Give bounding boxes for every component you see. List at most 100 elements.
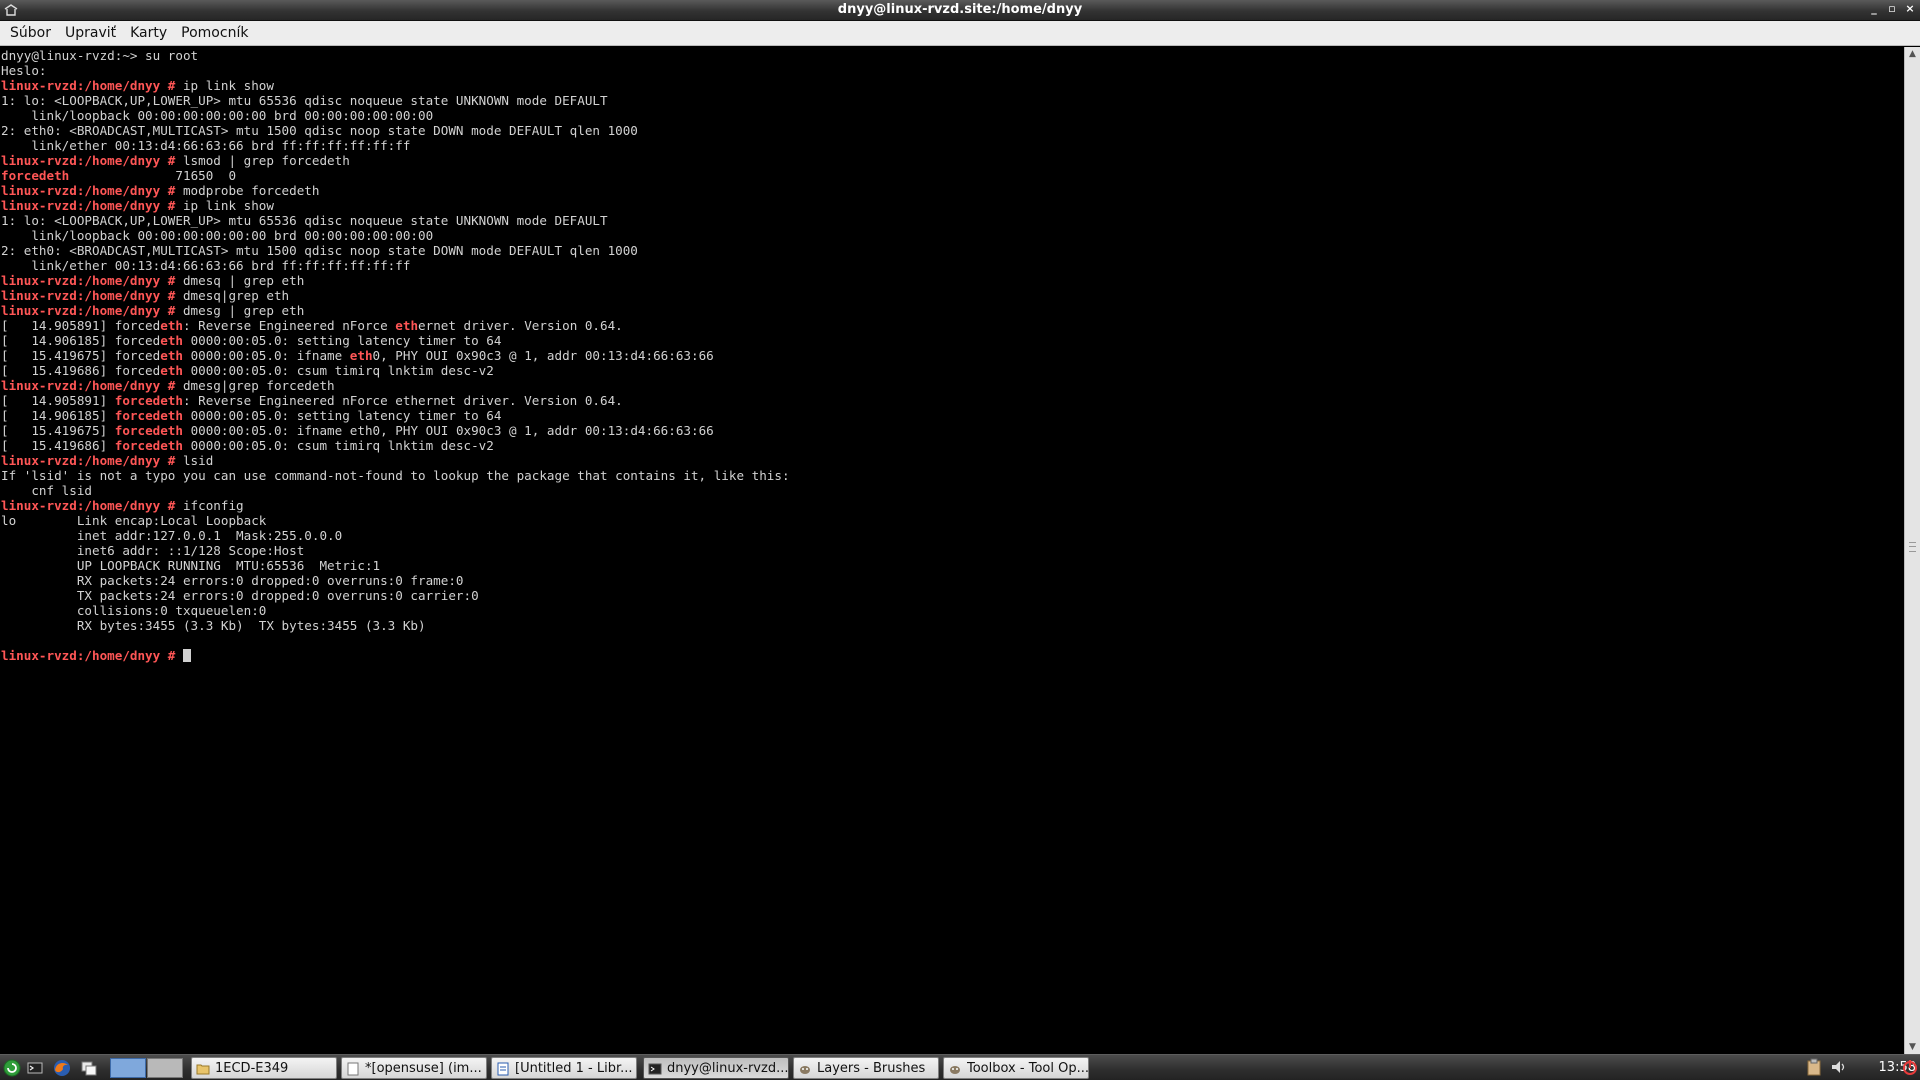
terminal-text: [ 14.906185] (1, 408, 115, 423)
shell-prompt: linux-rvzd:/home/dnyy # (1, 153, 176, 168)
terminal-text: cnf lsid (1, 483, 92, 498)
grep-match: eth (395, 318, 419, 333)
terminal-text: [ 14.905891] (1, 393, 115, 408)
terminal-text: ernet driver. Version 0.64. (418, 318, 623, 333)
maximize-button[interactable]: ▫ (1886, 2, 1898, 16)
shell-prompt: linux-rvzd:/home/dnyy # (1, 198, 176, 213)
desktop: dnyy@linux-rvzd.site:/home/dnyy _ ▫ × Sú… (0, 0, 1920, 1080)
volume-icon[interactable] (1830, 1058, 1848, 1076)
document-icon (496, 1061, 510, 1076)
terminal-line: linux-rvzd:/home/dnyy # dmesg|grep force… (1, 378, 790, 393)
window-titlebar[interactable]: dnyy@linux-rvzd.site:/home/dnyy _ ▫ × (0, 0, 1920, 21)
minimize-button[interactable]: _ (1868, 2, 1880, 16)
terminal-text: [ 15.419675] forced (1, 348, 161, 363)
terminal-text: inet addr:127.0.0.1 Mask:255.0.0.0 (1, 528, 343, 543)
grep-match: eth (160, 318, 183, 333)
desktop-1-switch[interactable] (110, 1058, 146, 1078)
terminal-line: linux-rvzd:/home/dnyy # lsmod | grep for… (1, 153, 790, 168)
terminal-line: If 'lsid' is not a typo you can use comm… (1, 468, 790, 483)
terminal-line: link/loopback 00:00:00:00:00:00 brd 00:0… (1, 108, 790, 123)
terminal-line: lo Link encap:Local Loopback (1, 513, 790, 528)
shell-prompt: linux-rvzd:/home/dnyy # (1, 183, 176, 198)
terminal-line: TX packets:24 errors:0 dropped:0 overrun… (1, 588, 790, 603)
scroll-down-icon[interactable]: ▼ (1905, 1040, 1920, 1054)
grep-match: eth (160, 363, 183, 378)
shell-prompt: linux-rvzd:/home/dnyy # (1, 378, 176, 393)
grep-match: forcedeth (114, 438, 183, 453)
terminal-icon[interactable] (26, 1059, 44, 1077)
system-icon[interactable] (3, 1059, 21, 1077)
taskbar-task-label: dnyy@linux-rvzd.... (667, 1060, 788, 1076)
terminal-text: 2: eth0: <BROADCAST,MULTICAST> mtu 1500 … (1, 243, 638, 258)
taskbar-task-6[interactable]: Toolbox - Tool Op... (943, 1057, 1089, 1079)
image-icon (346, 1061, 360, 1076)
terminal-text: 1: lo: <LOOPBACK,UP,LOWER_UP> mtu 65536 … (1, 93, 608, 108)
terminal-area[interactable]: dnyy@linux-rvzd:~> su root Heslo: linux-rv… (0, 47, 1904, 1054)
terminal-text: dmesq | grep eth (175, 273, 305, 288)
taskbar-task-label: *[opensuse] (im... (365, 1060, 482, 1076)
taskbar-task-2[interactable]: *[opensuse] (im... (341, 1057, 487, 1079)
taskbar-task-label: [Untitled 1 - Libr... (515, 1060, 633, 1076)
terminal-text: dmesg | grep eth (175, 303, 305, 318)
gimp-icon (948, 1061, 962, 1075)
terminal-line: [ 14.906185] forcedeth 0000:00:05.0: set… (1, 408, 790, 423)
file-manager-icon[interactable] (80, 1059, 98, 1077)
window-title: dnyy@linux-rvzd.site:/home/dnyy (837, 2, 1083, 17)
menu-help[interactable]: Pomocník (175, 23, 254, 43)
terminal-line: link/loopback 00:00:00:00:00:00 brd 00:0… (1, 228, 790, 243)
menu-edit[interactable]: Upraviť (59, 23, 122, 43)
taskbar-task-5[interactable]: Layers - Brushes (793, 1057, 939, 1079)
terminal-icon (648, 1061, 662, 1075)
taskbar-task-label: Toolbox - Tool Op... (967, 1060, 1088, 1076)
terminal-text: 0000:00:05.0: csum timirq lnktim desc-v2 (182, 363, 494, 378)
terminal-text: dnyy@linux-rvzd:~> su root (1, 48, 199, 63)
power-icon[interactable] (1902, 1058, 1918, 1076)
terminal-line: [ 15.419686] forcedeth 0000:00:05.0: csu… (1, 363, 790, 378)
close-button[interactable]: × (1904, 2, 1916, 16)
shell-prompt: linux-rvzd:/home/dnyy # (1, 303, 176, 318)
taskbar-task-4[interactable]: dnyy@linux-rvzd.... (643, 1057, 789, 1079)
terminal-line: dnyy@linux-rvzd:~> su root (1, 48, 790, 63)
terminal-line: 2: eth0: <BROADCAST,MULTICAST> mtu 1500 … (1, 243, 790, 258)
menu-file[interactable]: Súbor (4, 23, 57, 43)
terminal-text: [ 14.905891] forced (1, 318, 161, 333)
terminal-text: RX bytes:3455 (3.3 Kb) TX bytes:3455 (3.… (1, 618, 426, 633)
terminal-text: 0000:00:05.0: ifname eth0, PHY OUI 0x90c… (182, 423, 714, 438)
taskbar-task-1[interactable]: 1ECD-E349 (191, 1057, 337, 1079)
terminal-cursor (182, 649, 191, 662)
terminal-line: inet addr:127.0.0.1 Mask:255.0.0.0 (1, 528, 790, 543)
terminal-text: UP LOOPBACK RUNNING MTU:65536 Metric:1 (1, 558, 381, 573)
grep-match: forcedeth (114, 423, 183, 438)
terminal-line: UP LOOPBACK RUNNING MTU:65536 Metric:1 (1, 558, 790, 573)
desktop-2-switch[interactable] (147, 1058, 183, 1078)
terminal-text: ifconfig (175, 498, 244, 513)
terminal-text: : Reverse Engineered nForce ethernet dri… (182, 393, 623, 408)
terminal-text: lo Link encap:Local Loopback (1, 513, 267, 528)
terminal-line: RX bytes:3455 (3.3 Kb) TX bytes:3455 (3.… (1, 618, 790, 633)
terminal-line: forcedeth 71650 0 (1, 168, 790, 183)
grep-match: eth (349, 348, 373, 363)
terminal-line: linux-rvzd:/home/dnyy # ip link show (1, 78, 790, 93)
window-controls: _ ▫ × (1868, 2, 1916, 16)
terminal-line: cnf lsid (1, 483, 790, 498)
terminal-scrollbar[interactable]: ▲ ▼ (1904, 47, 1920, 1054)
terminal-line: linux-rvzd:/home/dnyy # modprobe forcede… (1, 183, 790, 198)
terminal-text: 0000:00:05.0: ifname (182, 348, 350, 363)
terminal-text: 2: eth0: <BROADCAST,MULTICAST> mtu 1500 … (1, 123, 638, 138)
firefox-icon[interactable] (53, 1059, 71, 1077)
scroll-up-icon[interactable]: ▲ (1905, 47, 1920, 61)
terminal-text: ip link show (175, 78, 274, 93)
scroll-grip-icon[interactable] (1909, 542, 1916, 552)
menu-tabs[interactable]: Karty (124, 23, 173, 43)
terminal-text: [ 15.419686] (1, 438, 115, 453)
terminal-text: TX packets:24 errors:0 dropped:0 overrun… (1, 588, 479, 603)
shell-prompt: linux-rvzd:/home/dnyy # (1, 648, 176, 663)
terminal-line: 1: lo: <LOOPBACK,UP,LOWER_UP> mtu 65536 … (1, 213, 790, 228)
terminal-text: [ 15.419686] forced (1, 363, 161, 378)
terminal-line: [ 14.906185] forcedeth 0000:00:05.0: set… (1, 333, 790, 348)
terminal-text: dmesq|grep eth (175, 288, 290, 303)
grep-match: eth (160, 333, 183, 348)
clipboard-icon[interactable] (1806, 1058, 1822, 1076)
taskbar-task-3[interactable]: [Untitled 1 - Libr... (491, 1057, 637, 1079)
terminal-line: [ 15.419686] forcedeth 0000:00:05.0: csu… (1, 438, 790, 453)
